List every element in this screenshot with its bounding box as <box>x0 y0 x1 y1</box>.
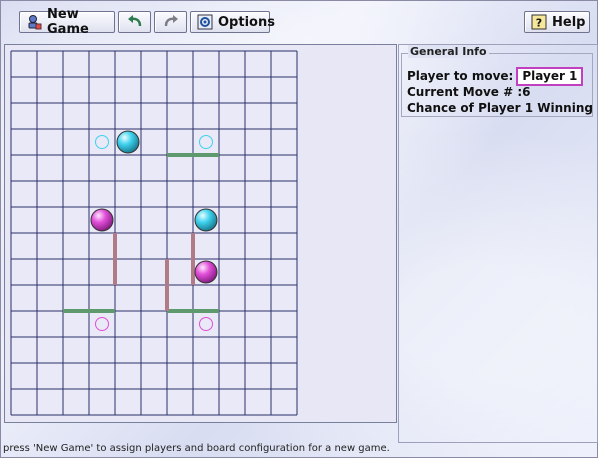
horizontal-wall <box>63 309 115 313</box>
horizontal-wall <box>167 309 219 313</box>
general-info-title: General Info <box>408 45 489 58</box>
player-pawn-cyan[interactable] <box>194 208 218 232</box>
player-to-move-label: Player to move: <box>407 69 514 83</box>
help-button[interactable]: ? Help <box>524 11 590 33</box>
player-pawn-cyan[interactable] <box>116 130 140 154</box>
game-board[interactable] <box>5 45 396 422</box>
vertical-wall <box>165 259 169 311</box>
redo-button[interactable] <box>154 11 187 33</box>
help-question-icon: ? <box>531 14 547 30</box>
general-info-box: General Info Player to move: Player 1 Cur… <box>401 45 598 117</box>
svg-text:?: ? <box>536 17 542 30</box>
status-bar-text: press 'New Game' to assign players and b… <box>3 443 390 454</box>
vertical-wall <box>113 233 117 285</box>
player-pawn-magenta[interactable] <box>194 260 218 284</box>
horizontal-wall <box>167 153 219 157</box>
new-game-icon <box>26 14 42 30</box>
options-button[interactable]: Options <box>190 11 275 33</box>
new-game-label: New Game <box>47 7 89 37</box>
side-panel: General Info Player to move: Player 1 Cur… <box>398 44 598 443</box>
redo-arrow-icon <box>162 14 180 30</box>
board-panel <box>4 44 397 423</box>
player-pawn-magenta[interactable] <box>90 208 114 232</box>
options-gear-icon <box>197 14 213 30</box>
player-to-move-row: Player to move: Player 1 <box>407 67 584 86</box>
player-to-move-value: Player 1 <box>516 67 584 86</box>
current-move-text: Current Move # :6 <box>407 85 531 99</box>
vertical-wall <box>191 233 195 285</box>
undo-arrow-icon <box>126 14 144 30</box>
undo-button[interactable] <box>118 11 151 33</box>
new-game-button[interactable]: New Game <box>19 7 115 37</box>
chance-of-winning-text: Chance of Player 1 Winning :0 <box>407 101 598 115</box>
options-label: Options <box>218 14 275 30</box>
game-window: New Game Options ? Help General Info Pla… <box>0 0 598 458</box>
help-label: Help <box>552 14 586 30</box>
